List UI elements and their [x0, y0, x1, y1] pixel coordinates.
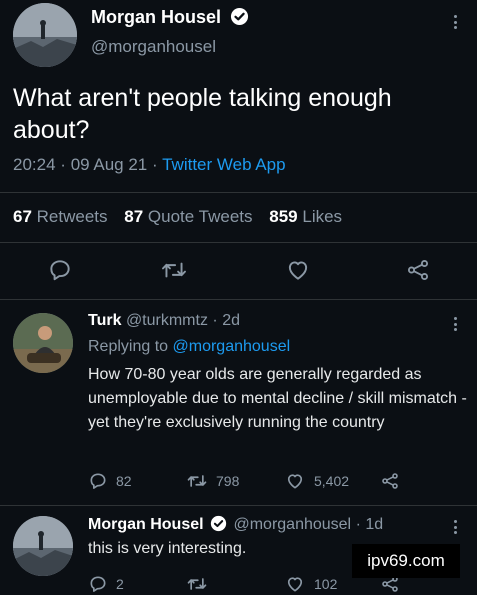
likes-count: 859: [269, 207, 298, 226]
likes-stat[interactable]: 859 Likes: [269, 207, 342, 226]
retweet-count: 798: [216, 473, 240, 489]
reply-author-handle[interactable]: @turkmmtz: [126, 312, 208, 329]
tweet-source-app[interactable]: Twitter Web App: [162, 155, 285, 174]
like-button[interactable]: 102: [284, 574, 337, 594]
like-icon: [287, 577, 303, 592]
share-icon: [382, 473, 398, 489]
retweets-stat[interactable]: 67 Retweets: [13, 207, 108, 226]
divider: [0, 299, 477, 300]
verified-icon: [210, 515, 227, 532]
reply-icon: [50, 260, 70, 281]
reply-author-avatar[interactable]: [13, 313, 73, 373]
reply-button[interactable]: 82: [88, 471, 132, 491]
share-icon: [407, 259, 429, 281]
reply-icon: [90, 473, 106, 489]
meta-separator: ·: [212, 312, 218, 329]
reply-header: Turk @turkmmtz · 2d: [88, 312, 240, 330]
reply-age[interactable]: 2d: [222, 312, 240, 329]
like-count: 102: [314, 576, 338, 592]
retweet-button[interactable]: [160, 257, 188, 283]
reply-author-name[interactable]: Morgan Housel: [88, 516, 204, 533]
more-icon[interactable]: [450, 517, 460, 537]
like-icon: [288, 261, 308, 280]
share-button[interactable]: [379, 471, 401, 491]
quote-tweets-stat[interactable]: 87 Quote Tweets: [124, 207, 252, 226]
divider: [0, 192, 477, 193]
author-name-text[interactable]: Morgan Housel: [91, 7, 221, 27]
quote-count: 87: [124, 207, 144, 226]
reply-count: 82: [116, 473, 132, 489]
retweets-label: Retweets: [36, 207, 108, 226]
like-button[interactable]: 5,402: [284, 471, 349, 491]
meta-separator: ·: [152, 155, 158, 174]
like-count: 5,402: [314, 473, 350, 489]
retweet-button[interactable]: [186, 574, 216, 594]
reply-author-avatar[interactable]: [13, 516, 73, 576]
divider: [0, 242, 477, 243]
more-icon[interactable]: [450, 12, 460, 32]
replying-to-handle[interactable]: @morganhousel: [173, 338, 291, 355]
reply-author-name[interactable]: Turk: [88, 312, 121, 329]
reply-button[interactable]: 2: [88, 574, 124, 594]
replying-to-prefix: Replying to: [88, 338, 169, 355]
reply-count: 2: [116, 576, 124, 592]
reply-button[interactable]: [47, 257, 73, 283]
reply-text: this is very interesting.: [88, 540, 247, 557]
more-icon[interactable]: [450, 314, 460, 334]
like-icon: [287, 474, 303, 489]
verified-icon: [230, 7, 249, 26]
meta-separator: ·: [355, 516, 361, 533]
tweet-text: What aren't people talking enough about?: [13, 84, 392, 144]
reply-header: Morgan Housel @morganhousel · 1d: [88, 515, 383, 534]
retweet-button[interactable]: 798: [186, 471, 239, 491]
replying-to: Replying to @morganhousel: [88, 338, 290, 356]
quote-label: Quote Tweets: [147, 207, 253, 226]
author-name[interactable]: Morgan Housel: [91, 7, 249, 28]
likes-label: Likes: [302, 207, 343, 226]
reply-text: How 70-80 year olds are generally regard…: [88, 366, 467, 431]
reply-age[interactable]: 1d: [365, 516, 383, 533]
tweet-detail-screen: Morgan Housel @morganhousel What aren't …: [0, 0, 477, 595]
retweet-icon: [162, 262, 186, 278]
divider: [0, 505, 477, 506]
share-button[interactable]: [404, 257, 432, 283]
retweets-count: 67: [13, 207, 32, 226]
tweet-time[interactable]: 20:24: [13, 155, 56, 174]
watermark: ipv69.com: [352, 544, 460, 578]
tweet-date[interactable]: 09 Aug 21: [71, 155, 148, 174]
meta-separator: ·: [60, 155, 66, 174]
retweet-icon: [187, 475, 207, 487]
tweet-meta: 20:24 · 09 Aug 21 · Twitter Web App: [13, 155, 286, 175]
reply-icon: [90, 576, 106, 592]
tweet-stats: 67 Retweets 87 Quote Tweets 859 Likes: [13, 207, 342, 227]
author-avatar[interactable]: [13, 3, 77, 67]
like-button[interactable]: [284, 257, 312, 283]
reply-author-handle[interactable]: @morganhousel: [233, 516, 351, 533]
retweet-icon: [187, 578, 207, 590]
author-handle[interactable]: @morganhousel: [91, 37, 216, 57]
